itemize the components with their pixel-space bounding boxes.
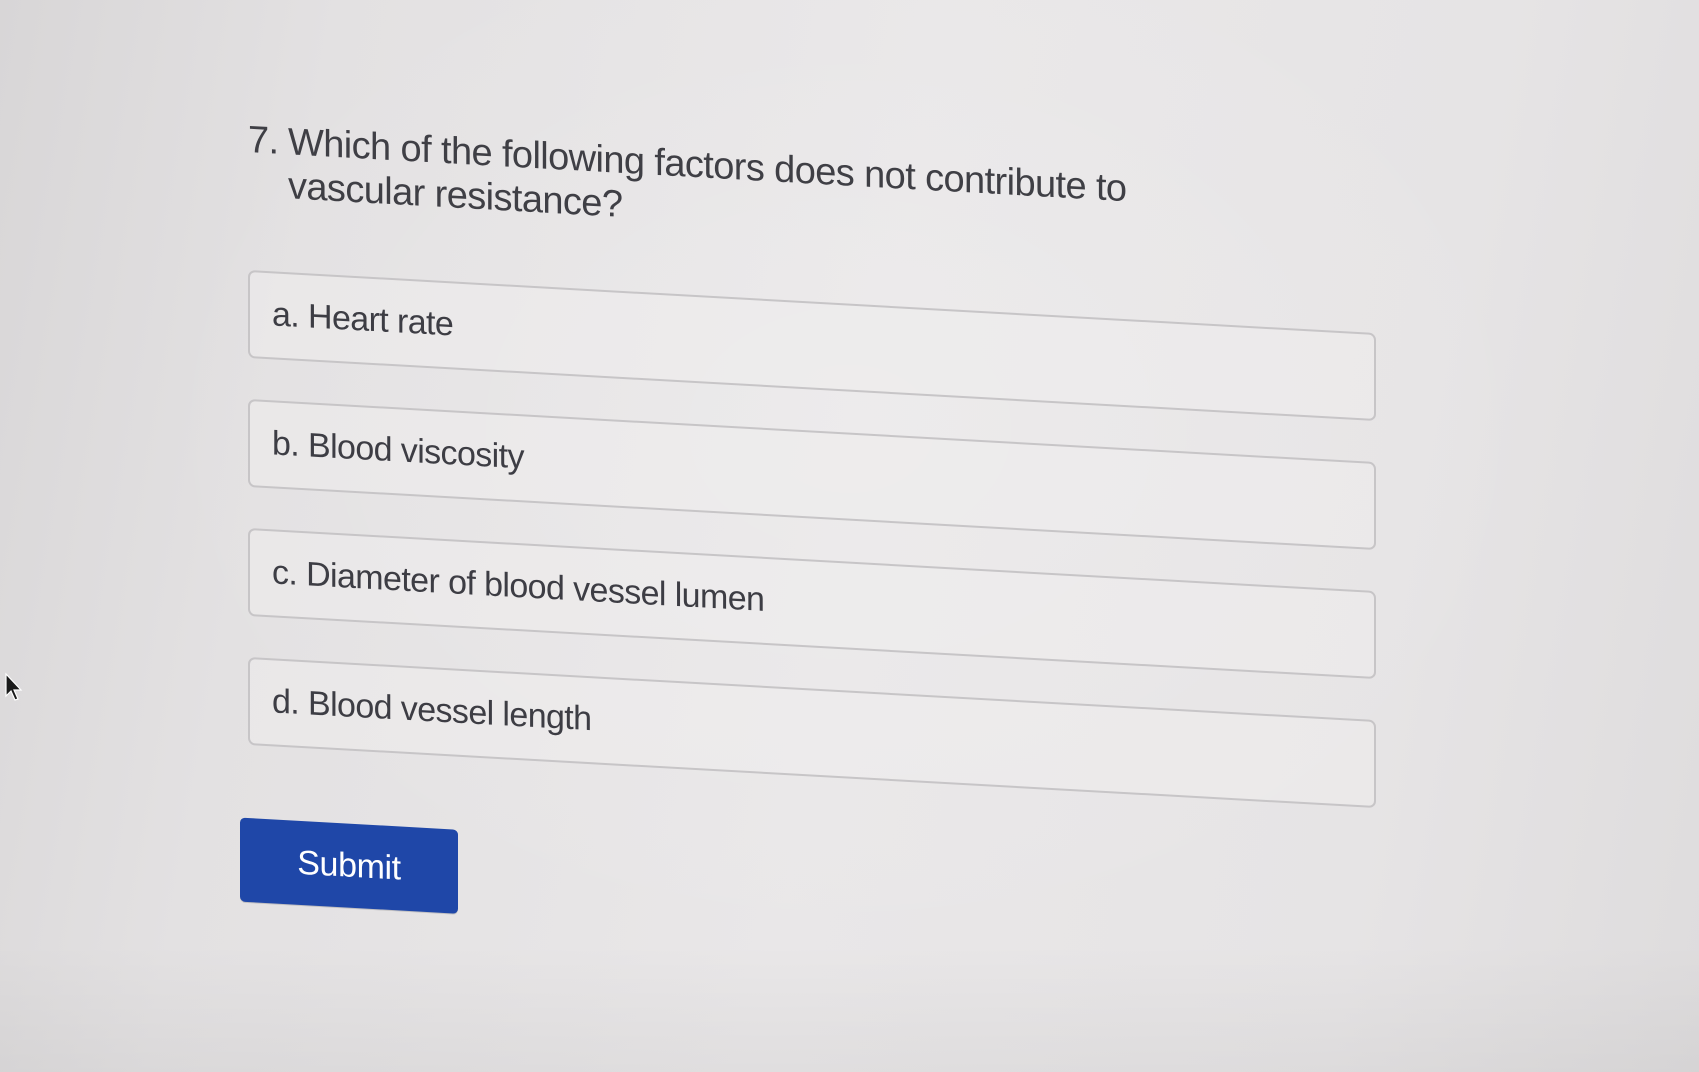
answer-option-a[interactable]: a. Heart rate [248,270,1376,422]
mouse-pointer-icon [5,672,23,701]
answer-option-label: c. Diameter of blood vessel lumen [272,553,765,619]
quiz-panel: 7. Which of the following factors does n… [240,118,1388,1042]
question-text: Which of the following factors does not … [288,121,1127,226]
answer-option-b[interactable]: b. Blood viscosity [248,399,1376,551]
answer-option-label: a. Heart rate [272,295,454,344]
answer-option-label: d. Blood vessel length [272,682,592,739]
submit-button[interactable]: Submit [240,817,458,914]
answer-option-c[interactable]: c. Diameter of blood vessel lumen [248,528,1376,680]
question-prompt: 7. Which of the following factors does n… [248,118,1248,262]
answer-option-d[interactable]: d. Blood vessel length [248,657,1376,809]
question-number: 7. [248,119,279,163]
answer-option-label: b. Blood viscosity [272,424,524,477]
